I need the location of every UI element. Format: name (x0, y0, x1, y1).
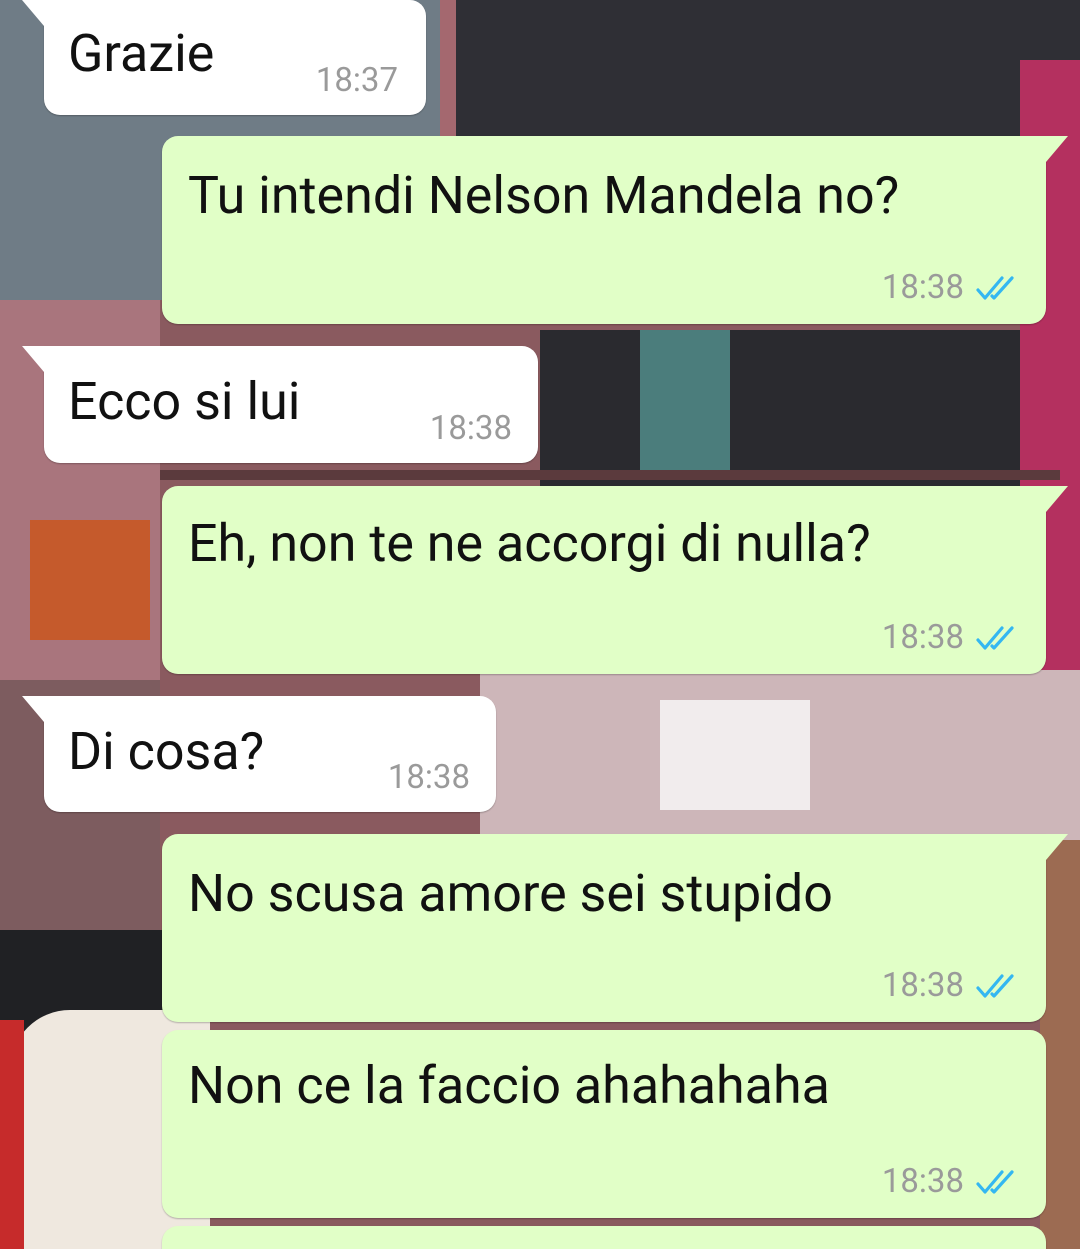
wallpaper-patch (0, 1020, 24, 1249)
outgoing-message[interactable]: Non ce la faccio ahahahaha 18:38 (162, 1030, 1046, 1218)
incoming-message[interactable]: Di cosa? 18:38 (22, 696, 496, 812)
message-time: 18:38 (881, 268, 964, 307)
message-time: 18:38 (429, 409, 512, 448)
message-meta: 18:38 (388, 760, 470, 796)
message-meta: 18:38 (882, 1164, 1020, 1200)
message-time: 18:38 (881, 966, 964, 1005)
wallpaper-patch (1040, 840, 1080, 1249)
message-meta: 18:38 (430, 411, 512, 447)
message-meta: 18:38 (882, 620, 1020, 656)
wallpaper-patch (160, 470, 1060, 480)
message-text: Non ce la faccio ahahahaha (188, 1055, 830, 1116)
message-text: No scusa amore sei stupido (188, 863, 833, 924)
wallpaper-patch (540, 330, 1020, 490)
wallpaper-patch (640, 330, 730, 480)
wallpaper-patch (660, 700, 810, 810)
incoming-message[interactable]: Grazie 18:37 (22, 0, 426, 115)
outgoing-message[interactable]: No scusa amore sei stupido 18:38 (162, 834, 1068, 1022)
wallpaper-patch (30, 520, 150, 640)
message-time: 18:38 (881, 1162, 964, 1201)
message-text: Tu intendi Nelson Mandela no? (188, 165, 900, 226)
message-meta: 18:38 (882, 968, 1020, 1004)
double-check-read-icon (976, 1168, 1020, 1196)
message-time: 18:37 (315, 61, 398, 100)
outgoing-message[interactable]: Eh, non te ne accorgi di nulla? 18:38 (162, 486, 1068, 674)
double-check-read-icon (976, 274, 1020, 302)
outgoing-message-partial[interactable] (162, 1226, 1046, 1249)
message-text: Di cosa? (68, 721, 265, 782)
double-check-read-icon (976, 624, 1020, 652)
outgoing-message[interactable]: Tu intendi Nelson Mandela no? 18:38 (162, 136, 1068, 324)
message-meta: 18:37 (316, 63, 398, 99)
message-text: Ecco si lui (68, 371, 301, 432)
double-check-read-icon (976, 972, 1020, 1000)
incoming-message[interactable]: Ecco si lui 18:38 (22, 346, 538, 463)
message-time: 18:38 (387, 758, 470, 797)
message-time: 18:38 (881, 618, 964, 657)
message-text: Eh, non te ne accorgi di nulla? (188, 513, 871, 574)
wallpaper-patch (440, 0, 1080, 140)
message-meta: 18:38 (882, 270, 1020, 306)
message-text: Grazie (68, 23, 215, 84)
